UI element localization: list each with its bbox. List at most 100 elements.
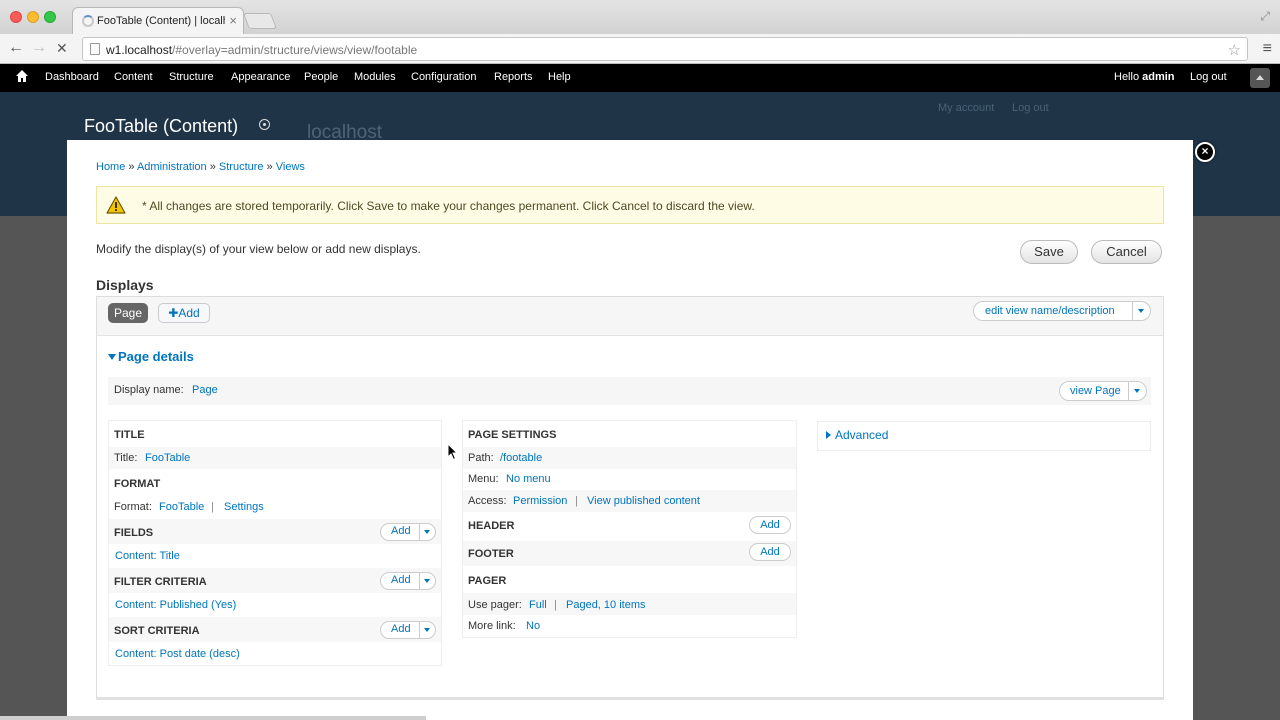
chevron-down-icon[interactable] <box>1128 382 1146 400</box>
toolbar-drawer-toggle[interactable] <box>1250 68 1270 88</box>
tab-page-display[interactable]: Page <box>108 303 148 323</box>
tab-title: FooTable (Content) | localh <box>97 15 225 27</box>
display-name-link[interactable]: Page <box>192 384 218 396</box>
view-page-label: view Page <box>1070 385 1121 397</box>
path-label: Path: <box>468 452 494 464</box>
forward-arrow-icon[interactable]: → <box>31 39 47 57</box>
stop-loading-icon[interactable]: ✕ <box>56 40 68 57</box>
background-my-account: My account <box>938 102 995 114</box>
admin-toolbar: Dashboard Content Structure Appearance P… <box>0 64 1280 92</box>
browser-menu-icon[interactable]: ≡ <box>1263 40 1272 58</box>
access-permission-link[interactable]: Permission <box>513 495 567 507</box>
use-pager-full-link[interactable]: Full <box>529 599 547 611</box>
toolbar-logout[interactable]: Log out <box>1190 71 1227 83</box>
path-value-link[interactable]: /footable <box>500 452 542 464</box>
advanced-toggle[interactable]: Advanced <box>826 428 888 442</box>
chevron-down-icon[interactable] <box>419 524 435 540</box>
sort-section-heading: SORT CRITERIA <box>114 625 200 637</box>
close-window-button[interactable] <box>10 11 22 23</box>
toolbar-configuration[interactable]: Configuration <box>411 71 476 83</box>
format-value-link[interactable]: FooTable <box>159 501 204 513</box>
new-tab-button[interactable] <box>243 13 277 29</box>
toolbar-dashboard[interactable]: Dashboard <box>45 71 99 83</box>
filter-add-label: Add <box>391 574 411 586</box>
format-separator: | <box>211 501 214 513</box>
breadcrumb-administration[interactable]: Administration <box>137 161 207 173</box>
toolbar-content[interactable]: Content <box>114 71 153 83</box>
header-section-heading: HEADER <box>468 520 515 532</box>
title-section-heading: TITLE <box>114 429 145 441</box>
page-details-label: Page details <box>118 349 194 364</box>
chevron-down-icon[interactable] <box>419 573 435 589</box>
browser-tab[interactable]: FooTable (Content) | localh × <box>72 7 244 35</box>
hello-user: Hello admin <box>1114 71 1175 83</box>
chevron-down-icon[interactable] <box>419 622 435 638</box>
format-settings-link[interactable]: Settings <box>224 501 264 513</box>
back-arrow-icon[interactable]: ← <box>8 39 24 57</box>
footer-add-button[interactable]: Add <box>749 543 791 561</box>
cancel-button[interactable]: Cancel <box>1091 240 1162 264</box>
fullscreen-icon[interactable]: ⤢ <box>1260 9 1270 24</box>
display-name-label: Display name: <box>114 384 184 396</box>
sort-add-button[interactable]: Add <box>380 621 436 639</box>
toolbar-people[interactable]: People <box>304 71 338 83</box>
format-label: Format: <box>114 501 152 513</box>
page-settings-heading: PAGE SETTINGS <box>468 429 557 441</box>
displays-heading: Displays <box>96 277 154 293</box>
overlay-close-icon[interactable]: × <box>1195 142 1215 162</box>
field-content-title-link[interactable]: Content: Title <box>115 550 180 562</box>
save-button[interactable]: Save <box>1020 240 1078 264</box>
access-detail-link[interactable]: View published content <box>587 495 700 507</box>
toolbar-reports[interactable]: Reports <box>494 71 533 83</box>
bookmark-star-icon[interactable]: ☆ <box>1228 41 1241 59</box>
add-display-button[interactable]: ✚Add <box>158 303 210 323</box>
more-link-value-link[interactable]: No <box>526 620 540 632</box>
access-separator: | <box>575 495 578 507</box>
page-details-toggle[interactable]: Page details <box>108 349 194 364</box>
header-add-button[interactable]: Add <box>749 516 791 534</box>
hello-prefix: Hello <box>1114 71 1143 83</box>
more-link-label: More link: <box>468 620 516 632</box>
advanced-label: Advanced <box>835 428 889 442</box>
address-bar[interactable]: w1.localhost/#overlay=admin/structure/vi… <box>82 37 1248 61</box>
page-icon <box>90 43 100 55</box>
filter-add-button[interactable]: Add <box>380 572 436 590</box>
user-link[interactable]: admin <box>1142 71 1174 83</box>
edit-view-name-button[interactable]: edit view name/description <box>973 301 1151 321</box>
toolbar-appearance[interactable]: Appearance <box>231 71 290 83</box>
breadcrumb-separator: » <box>263 161 276 173</box>
fields-add-button[interactable]: Add <box>380 523 436 541</box>
pager-section-heading: PAGER <box>468 575 507 587</box>
add-shortcut-icon[interactable] <box>259 119 270 130</box>
tab-close-icon[interactable]: × <box>229 13 237 28</box>
expand-triangle-icon <box>826 431 831 439</box>
display-name-row: Display name: Page <box>108 377 1151 405</box>
filter-published-link[interactable]: Content: Published (Yes) <box>115 599 236 611</box>
sort-post-date-link[interactable]: Content: Post date (desc) <box>115 648 240 660</box>
toolbar-help[interactable]: Help <box>548 71 571 83</box>
url-path: /#overlay=admin/structure/views/view/foo… <box>172 43 418 57</box>
title-value-link[interactable]: FooTable <box>145 452 190 464</box>
home-icon[interactable] <box>16 70 28 82</box>
divider <box>96 697 1164 700</box>
view-page-button[interactable]: view Page <box>1059 381 1147 401</box>
toolbar-structure[interactable]: Structure <box>169 71 214 83</box>
menu-value-link[interactable]: No menu <box>506 473 551 485</box>
zoom-window-button[interactable] <box>44 11 56 23</box>
horizontal-scrollbar[interactable] <box>0 716 426 720</box>
pager-separator: | <box>554 599 557 611</box>
title-label: Title: <box>114 452 138 464</box>
collapse-triangle-icon <box>108 354 116 360</box>
fields-section-heading: FIELDS <box>114 527 154 539</box>
breadcrumb-home[interactable]: Home <box>96 161 125 173</box>
chevron-down-icon[interactable] <box>1132 302 1150 320</box>
browser-toolbar: ← → ✕ w1.localhost/#overlay=admin/struct… <box>0 34 1280 64</box>
toolbar-modules[interactable]: Modules <box>354 71 396 83</box>
pager-detail-link[interactable]: Paged, 10 items <box>566 599 646 611</box>
minimize-window-button[interactable] <box>27 11 39 23</box>
footer-section-heading: FOOTER <box>468 548 514 560</box>
breadcrumb-structure[interactable]: Structure <box>219 161 264 173</box>
breadcrumb-views[interactable]: Views <box>276 161 305 173</box>
breadcrumb: Home » Administration » Structure » View… <box>96 161 305 173</box>
use-pager-label: Use pager: <box>468 599 522 611</box>
